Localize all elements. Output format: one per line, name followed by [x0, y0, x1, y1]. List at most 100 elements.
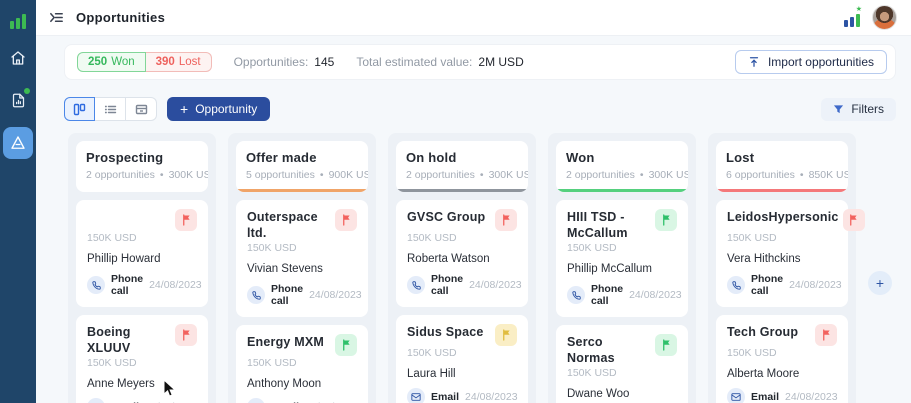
- collapse-sidebar-icon[interactable]: [46, 8, 66, 28]
- column-title: Lost: [726, 150, 838, 165]
- bullet-separator: •: [320, 169, 324, 181]
- column-value: 850K USD: [809, 169, 848, 181]
- add-opportunity-button[interactable]: + Opportunity: [167, 97, 270, 121]
- list-view-icon: [104, 103, 117, 116]
- card-value: 150K USD: [727, 347, 837, 359]
- kanban-view-button[interactable]: [64, 97, 95, 121]
- archive-view-icon: [135, 103, 148, 116]
- column-header: Offer made 5 opportunities • 900K USD: [236, 141, 368, 192]
- lost-segment[interactable]: 390 Lost: [146, 52, 212, 72]
- avatar[interactable]: [872, 5, 897, 30]
- list-view-button[interactable]: [95, 97, 126, 121]
- upload-icon: [748, 56, 760, 68]
- opportunity-card[interactable]: Energy MXM 150K USD Anthony Moon Email: [236, 325, 368, 403]
- column-on-hold: On hold 2 opportunities • 300K USD GVSC …: [388, 133, 536, 403]
- card-activity: Phone call: [591, 283, 623, 307]
- phone-icon: [567, 286, 585, 304]
- card-value: 150K USD: [727, 232, 837, 244]
- flag-icon[interactable]: [655, 334, 677, 356]
- opportunity-card[interactable]: Sidus Space 150K USD Laura Hill Email: [396, 315, 528, 403]
- filter-icon: [833, 104, 844, 115]
- column-count: 2 opportunities: [406, 169, 475, 181]
- kanban-view-icon: [73, 103, 86, 116]
- sidebar-item-documents[interactable]: [3, 85, 33, 115]
- column-offer-made: Offer made 5 opportunities • 900K USD Ou…: [228, 133, 376, 403]
- total-value-stat: Total estimated value: 2M USD: [356, 55, 523, 69]
- card-title: Energy MXM: [247, 334, 328, 350]
- column-count: 5 opportunities: [246, 169, 315, 181]
- stats-chart-icon[interactable]: ★: [844, 9, 860, 27]
- app-logo-icon[interactable]: [10, 9, 26, 29]
- card-value: 150K USD: [407, 347, 517, 359]
- card-contact: Phillip McCallum: [567, 263, 677, 275]
- won-lost-toggle: 250 Won 390 Lost: [77, 52, 212, 72]
- total-value-value: 2M USD: [478, 55, 523, 69]
- bullet-separator: •: [800, 169, 804, 181]
- flag-icon[interactable]: [175, 209, 197, 231]
- plus-icon: +: [180, 102, 188, 116]
- phone-icon: [407, 276, 425, 294]
- card-contact: Anne Meyers: [87, 378, 197, 390]
- card-title: Serco Normas: [567, 334, 655, 366]
- opportunity-card[interactable]: HIII TSD - McCallum 150K USD Phillip McC…: [556, 200, 688, 317]
- opportunity-card[interactable]: Outerspace ltd. 150K USD Vivian Stevens …: [236, 200, 368, 317]
- won-segment[interactable]: 250 Won: [77, 52, 146, 72]
- column-title: Prospecting: [86, 150, 198, 165]
- opportunities-stat-label: Opportunities:: [234, 55, 309, 69]
- card-date: 24/08/2023: [629, 289, 682, 301]
- column-header: Prospecting 2 opportunities • 300K USD: [76, 141, 208, 192]
- flag-icon[interactable]: [655, 209, 677, 231]
- stats-bar: 250 Won 390 Lost Opportunities: 145 Tota…: [64, 44, 896, 80]
- sidebar-item-opportunities[interactable]: [3, 127, 33, 159]
- card-contact: Anthony Moon: [247, 378, 357, 390]
- card-title: Boeing XLUUV: [87, 324, 175, 356]
- won-count: 250: [88, 56, 107, 68]
- sidebar-item-home[interactable]: [3, 43, 33, 73]
- column-title: On hold: [406, 150, 518, 165]
- card-title: Sidus Space: [407, 324, 488, 340]
- flag-icon[interactable]: [335, 209, 357, 231]
- import-opportunities-button[interactable]: Import opportunities: [735, 50, 887, 74]
- view-toggle-group: [64, 97, 157, 121]
- bullet-separator: •: [640, 169, 644, 181]
- column-count: 6 opportunities: [726, 169, 795, 181]
- flag-icon[interactable]: [495, 324, 517, 346]
- flag-icon[interactable]: [495, 209, 517, 231]
- flag-icon[interactable]: [335, 334, 357, 356]
- filters-button[interactable]: Filters: [821, 98, 896, 121]
- card-title: Outerspace ltd.: [247, 209, 335, 241]
- notification-dot: [24, 88, 30, 94]
- opportunity-card[interactable]: Serco Normas 150K USD Dwane Woo Email: [556, 325, 688, 403]
- add-column-button[interactable]: +: [868, 271, 892, 295]
- card-activity: Phone call: [751, 273, 783, 297]
- opportunity-card[interactable]: 150K USD Phillip Howard Phone call 24/08…: [76, 200, 208, 307]
- column-header: On hold 2 opportunities • 300K USD: [396, 141, 528, 192]
- card-contact: Laura Hill: [407, 368, 517, 380]
- opportunity-card[interactable]: LeidosHypersonic 150K USD Vera Hithckins…: [716, 200, 848, 307]
- column-lost: Lost 6 opportunities • 850K USD LeidosHy…: [708, 133, 856, 403]
- import-opportunities-label: Import opportunities: [768, 55, 874, 69]
- card-contact: Vivian Stevens: [247, 263, 357, 275]
- phone-icon: [727, 276, 745, 294]
- card-activity: Email: [431, 391, 459, 403]
- opportunity-card[interactable]: GVSC Group 150K USD Roberta Watson Phone…: [396, 200, 528, 307]
- email-icon: [407, 388, 425, 403]
- card-contact: Dwane Woo: [567, 388, 677, 400]
- lost-label: Lost: [179, 56, 201, 68]
- lost-count: 390: [156, 56, 175, 68]
- flag-icon[interactable]: [175, 324, 197, 346]
- card-activity: Email: [751, 391, 779, 403]
- card-title: GVSC Group: [407, 209, 489, 225]
- document-icon: [11, 93, 26, 108]
- flag-icon[interactable]: [815, 324, 837, 346]
- card-activity: Phone call: [111, 273, 143, 297]
- flag-icon[interactable]: [843, 209, 865, 231]
- opportunity-card[interactable]: Tech Group 150K USD Alberta Moore Email: [716, 315, 848, 403]
- bullet-separator: •: [160, 169, 164, 181]
- column-value: 300K USD: [169, 169, 208, 181]
- card-date: 24/08/2023: [309, 289, 362, 301]
- column-value: 900K USD: [329, 169, 368, 181]
- archive-view-button[interactable]: [126, 97, 157, 121]
- column-prospecting: Prospecting 2 opportunities • 300K USD: [68, 133, 216, 403]
- opportunity-card[interactable]: Boeing XLUUV 150K USD Anne Meyers Email: [76, 315, 208, 403]
